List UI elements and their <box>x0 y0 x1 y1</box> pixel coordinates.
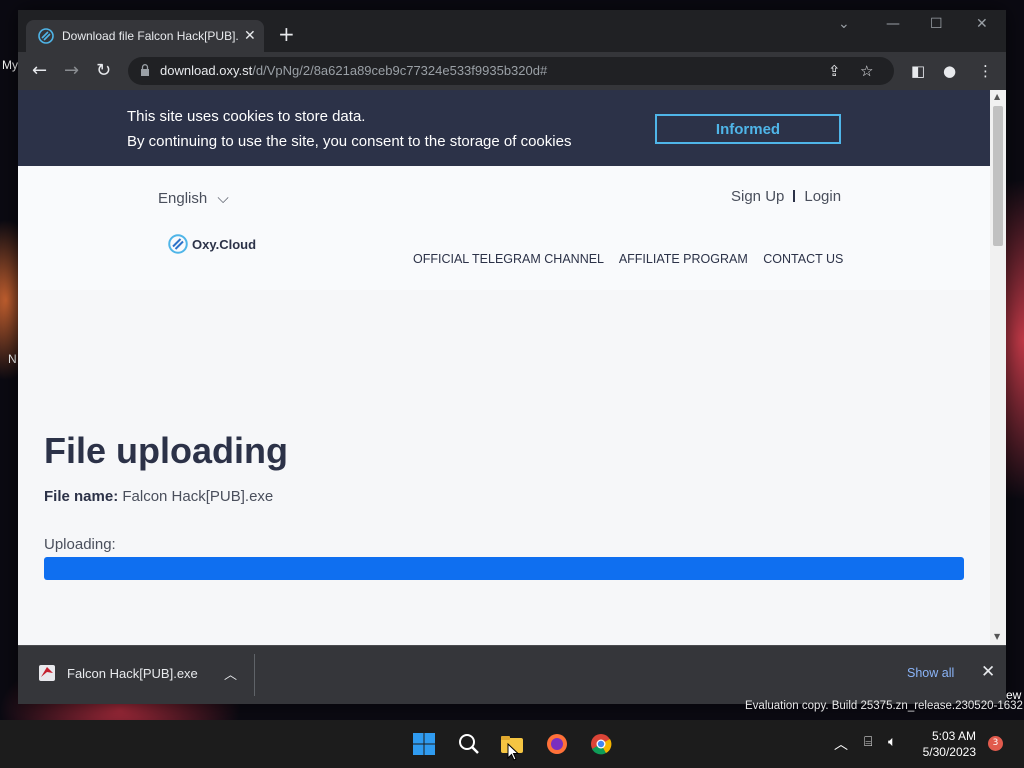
scroll-up-icon[interactable]: ▲ <box>994 92 1000 101</box>
clock-date: 5/30/2023 <box>922 745 976 759</box>
address-bar[interactable]: download.oxy.st/d/VpNg/2/8a621a89ceb9c77… <box>128 57 894 85</box>
volume-icon[interactable]: 🔈︎ <box>888 734 896 750</box>
scroll-thumb[interactable] <box>993 106 1003 246</box>
language-label: English <box>158 190 208 207</box>
mouse-cursor-icon <box>507 743 519 761</box>
tab-title: Download file Falcon Hack[PUB].exe <box>62 29 238 43</box>
cookie-text: This site uses cookies to store data. By… <box>127 104 571 154</box>
network-icon[interactable]: ⌸ <box>864 734 872 750</box>
maximize-icon[interactable]: ☐ <box>930 16 943 32</box>
language-selector[interactable]: English ⌵ <box>158 190 229 207</box>
notification-badge[interactable]: 3 <box>988 736 1003 751</box>
clock-time: 5:03 AM <box>931 729 976 743</box>
url-path: /d/VpNg/2/8a621a89ceb9c77324e533f9935b32… <box>252 63 548 78</box>
oxy-logo-icon <box>168 234 188 254</box>
cookie-line-1: This site uses cookies to store data. <box>127 108 366 125</box>
tab-strip: Download file Falcon Hack[PUB].exe ✕ + ⌄… <box>18 10 1006 52</box>
browser-toolbar: ← → ↻ download.oxy.st/d/VpNg/2/8a621a89c… <box>18 52 1006 90</box>
chevron-down-icon: ⌵ <box>217 190 229 207</box>
browser-window: Download file Falcon Hack[PUB].exe ✕ + ⌄… <box>18 10 1006 704</box>
bookmark-star-icon[interactable]: ☆ <box>860 62 873 80</box>
profile-icon[interactable]: ● <box>943 62 956 80</box>
file-name-value: Falcon Hack[PUB].exe <box>122 488 274 505</box>
desktop-icon-label[interactable]: My <box>2 58 18 72</box>
cookie-banner: This site uses cookies to store data. By… <box>18 90 990 166</box>
close-shelf-icon[interactable]: ✕ <box>981 662 995 682</box>
firefox-icon[interactable] <box>545 732 569 756</box>
menu-icon[interactable]: ⋮ <box>978 62 993 80</box>
chevron-up-tray-icon[interactable]: ︿ <box>834 734 848 754</box>
search-icon[interactable] <box>457 732 481 756</box>
reload-icon[interactable]: ↻ <box>96 60 111 81</box>
system-clock[interactable]: 5:03 AM 5/30/2023 <box>912 728 976 760</box>
falcon-file-icon <box>39 665 55 681</box>
show-all-button[interactable]: Show all <box>907 666 954 680</box>
new-tab-icon[interactable]: + <box>278 22 295 46</box>
site-logo[interactable]: Oxy.Cloud <box>168 234 256 254</box>
start-windows-icon[interactable] <box>412 732 436 756</box>
nav-affiliate-link[interactable]: AFFILIATE PROGRAM <box>619 252 748 266</box>
auth-links: Sign Up Login <box>731 188 841 205</box>
oxy-favicon-icon <box>38 28 54 44</box>
site-header: English ⌵ Oxy.Cloud Sign Up Login OFFICIA… <box>18 166 990 290</box>
back-icon[interactable]: ← <box>32 60 47 81</box>
download-shelf: Falcon Hack[PUB].exe ︿ Show all ✕ <box>18 645 1006 704</box>
evaluation-watermark: Evaluation copy. Build 25375.zn_release.… <box>745 700 1023 712</box>
logo-text: Oxy.Cloud <box>192 236 257 252</box>
tab-close-icon[interactable]: ✕ <box>244 28 256 44</box>
page-scrollbar[interactable]: ▲ ▼ <box>990 90 1006 645</box>
url-text[interactable]: download.oxy.st/d/VpNg/2/8a621a89ceb9c77… <box>160 63 547 78</box>
lock-icon[interactable] <box>140 64 150 76</box>
cookie-accept-button[interactable]: Informed <box>655 114 841 144</box>
share-icon[interactable]: ⇪ <box>828 62 841 80</box>
scroll-down-icon[interactable]: ▼ <box>994 632 1000 641</box>
nav-contact-link[interactable]: CONTACT US <box>763 252 843 266</box>
minimize-icon[interactable]: — <box>886 16 900 32</box>
auth-divider <box>793 190 796 202</box>
forward-icon[interactable]: → <box>64 60 79 81</box>
url-host: download.oxy.st <box>160 63 253 78</box>
upload-progress-bar <box>44 557 964 580</box>
download-item-name[interactable]: Falcon Hack[PUB].exe <box>67 666 198 681</box>
cookie-line-2: By continuing to use the site, you conse… <box>127 133 572 150</box>
shelf-divider <box>254 654 255 696</box>
close-window-icon[interactable]: ✕ <box>976 16 988 32</box>
file-name-label: File name: <box>44 488 119 505</box>
progress-fill <box>44 557 964 580</box>
page-title: File uploading <box>44 430 288 471</box>
chrome-icon[interactable] <box>589 732 613 756</box>
page-viewport: This site uses cookies to store data. By… <box>18 90 990 645</box>
login-link[interactable]: Login <box>804 188 841 205</box>
nav-telegram-link[interactable]: OFFICIAL TELEGRAM CHANNEL <box>413 252 604 266</box>
side-panel-icon[interactable]: ◧ <box>911 62 925 80</box>
desktop-icon-label[interactable]: N <box>8 352 17 366</box>
chevron-up-icon[interactable]: ︿ <box>224 664 237 683</box>
signup-link[interactable]: Sign Up <box>731 188 784 205</box>
file-name-row: File name: Falcon Hack[PUB].exe <box>44 488 273 505</box>
tab-active[interactable]: Download file Falcon Hack[PUB].exe ✕ <box>26 20 264 52</box>
site-nav: OFFICIAL TELEGRAM CHANNEL AFFILIATE PROG… <box>413 252 855 266</box>
tab-search-icon[interactable]: ⌄ <box>838 16 850 32</box>
progress-label: Uploading: <box>44 536 116 553</box>
